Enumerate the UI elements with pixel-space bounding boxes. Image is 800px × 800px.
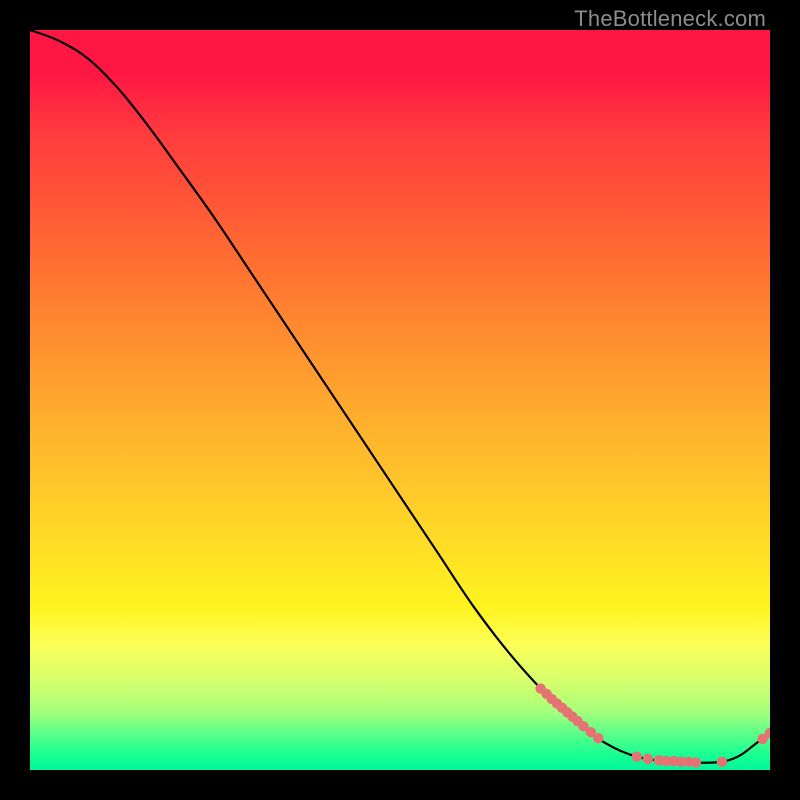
data-point [593,733,603,743]
data-point [541,689,551,699]
data-point [547,694,557,704]
data-point [552,698,562,708]
plot-area [30,30,770,770]
data-markers [535,683,770,767]
data-point [578,721,588,731]
data-point [535,683,545,693]
data-point [691,757,701,767]
data-point [557,703,567,713]
data-point [717,757,727,767]
data-point [572,716,582,726]
data-point [562,707,572,717]
data-point [632,751,642,761]
data-point [676,757,686,767]
watermark-text: TheBottleneck.com [574,6,766,32]
data-point [757,734,767,744]
data-point [654,755,664,765]
data-point [586,727,596,737]
data-point [669,756,679,766]
data-point [661,756,671,766]
chart-stage: TheBottleneck.com [0,0,800,800]
data-point [765,728,770,738]
data-point [567,712,577,722]
data-point [683,757,693,767]
chart-svg [30,30,770,770]
curve-line [30,30,770,763]
data-point [643,754,653,764]
